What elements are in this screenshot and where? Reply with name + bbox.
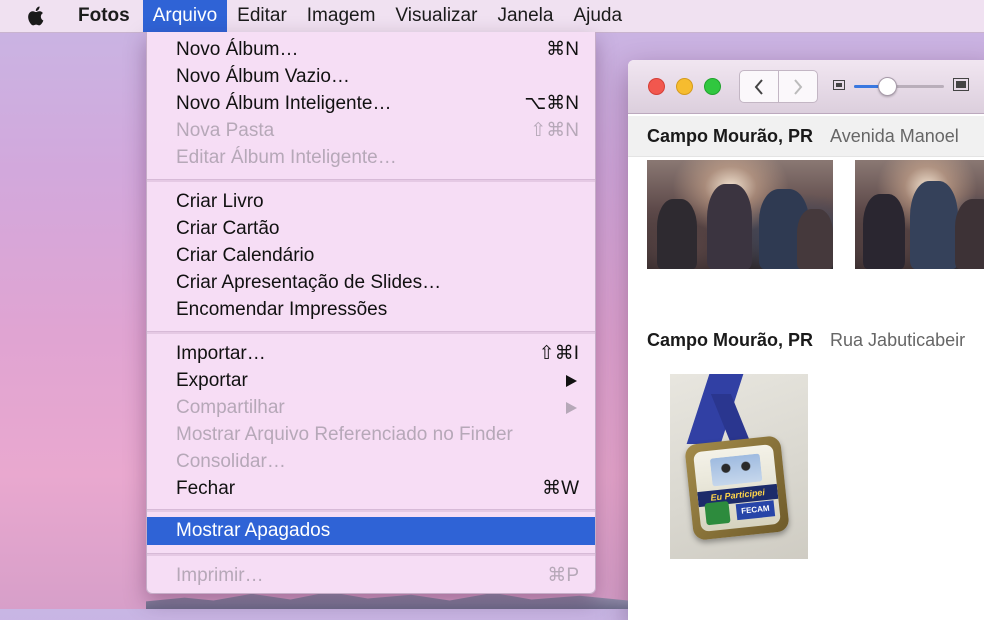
- menu-item-exportar[interactable]: Exportar: [147, 367, 595, 394]
- small-thumbnail-icon: [833, 80, 845, 90]
- menu-item-mostrar-apagados[interactable]: Mostrar Apagados: [147, 517, 595, 545]
- menu-item-nova-pasta: Nova Pasta ⇧⌘N: [147, 117, 595, 144]
- chevron-left-icon: [754, 78, 763, 95]
- menu-item-importar[interactable]: Importar… ⇧⌘I: [147, 340, 595, 367]
- menu-item-label: Consolidar…: [176, 451, 286, 472]
- menu-arquivo[interactable]: Arquivo: [142, 0, 228, 32]
- menu-item-criar-calendario[interactable]: Criar Calendário: [147, 242, 595, 269]
- menu-separator: [147, 553, 595, 556]
- menu-janela[interactable]: Janela: [487, 0, 563, 32]
- menu-item-mostrar-arquivo-referenciado: Mostrar Arquivo Referenciado no Finder: [147, 421, 595, 448]
- window-toolbar: [628, 60, 984, 114]
- menu-item-fechar[interactable]: Fechar ⌘W: [147, 475, 595, 502]
- zoom-slider-knob[interactable]: [877, 77, 897, 96]
- menu-separator: [147, 509, 595, 512]
- menu-item-label: Criar Apresentação de Slides…: [176, 272, 442, 293]
- medal-shape: Eu Participei FECAM: [684, 435, 790, 541]
- forward-button[interactable]: [778, 70, 818, 103]
- menu-item-shortcut: ⌘P: [547, 565, 579, 586]
- photo-thumbnail[interactable]: [855, 160, 984, 269]
- chevron-right-icon: [794, 78, 803, 95]
- apple-logo-icon: [28, 6, 44, 26]
- menu-bar: Fotos Arquivo Editar Imagem Visualizar J…: [0, 0, 984, 33]
- zoom-window-button[interactable]: [704, 78, 721, 95]
- medal-figures: [709, 453, 763, 487]
- menu-item-label: Nova Pasta: [176, 120, 275, 141]
- menu-item-editar-album-inteligente: Editar Álbum Inteligente…: [147, 144, 595, 171]
- menu-ajuda[interactable]: Ajuda: [563, 0, 632, 32]
- menu-item-shortcut: ⇧⌘I: [538, 343, 579, 364]
- menu-fotos[interactable]: Fotos: [70, 0, 143, 32]
- apple-menu[interactable]: [0, 0, 70, 32]
- menu-editar[interactable]: Editar: [227, 0, 297, 32]
- menu-item-shortcut: ⌘N: [546, 39, 579, 60]
- menu-item-label: Fechar: [176, 478, 236, 499]
- menu-visualizar[interactable]: Visualizar: [385, 0, 487, 32]
- menu-separator: [147, 331, 595, 334]
- large-thumbnail-icon: [953, 78, 969, 91]
- menu-item-label: Importar…: [176, 343, 266, 364]
- menu-separator: [147, 179, 595, 182]
- moment-header[interactable]: Campo Mourão, PR Avenida Manoel: [628, 116, 984, 157]
- menu-item-consolidar: Consolidar…: [147, 448, 595, 475]
- menu-item-label: Imprimir…: [176, 565, 264, 586]
- menu-item-label: Encomendar Impressões: [176, 299, 388, 320]
- menu-item-label: Criar Livro: [176, 191, 264, 212]
- menu-item-label: Mostrar Arquivo Referenciado no Finder: [176, 424, 513, 445]
- menu-item-shortcut: ⌥⌘N: [524, 93, 579, 114]
- minimize-window-button[interactable]: [676, 78, 693, 95]
- menu-imagem[interactable]: Imagem: [297, 0, 386, 32]
- back-button[interactable]: [739, 70, 779, 103]
- menu-item-label: Novo Álbum Vazio…: [176, 66, 350, 87]
- menu-item-label: Novo Álbum Inteligente…: [176, 93, 392, 114]
- photo-thumbnail-medal[interactable]: Eu Participei FECAM: [670, 374, 808, 559]
- menu-item-novo-album-inteligente[interactable]: Novo Álbum Inteligente… ⌥⌘N: [147, 90, 595, 117]
- photo-thumbnail[interactable]: [647, 160, 833, 269]
- medal-face: Eu Participei FECAM: [693, 444, 781, 532]
- menu-item-shortcut: ⌘W: [542, 478, 579, 499]
- menu-item-encomendar-impressoes[interactable]: Encomendar Impressões: [147, 296, 595, 323]
- menu-item-label: Mostrar Apagados: [176, 520, 331, 541]
- photos-window: Campo Mourão, PR Avenida Manoel Campo Mo…: [628, 60, 984, 620]
- submenu-arrow-icon: [566, 375, 577, 387]
- menu-item-criar-cartao[interactable]: Criar Cartão: [147, 215, 595, 242]
- menu-item-shortcut: ⇧⌘N: [530, 120, 579, 141]
- menu-item-label: Novo Álbum…: [176, 39, 299, 60]
- menu-item-label: Criar Cartão: [176, 218, 280, 239]
- moment-street: Avenida Manoel: [830, 126, 959, 146]
- menu-item-novo-album[interactable]: Novo Álbum… ⌘N: [147, 36, 595, 63]
- moment-street: Rua Jabuticabeir: [830, 330, 966, 350]
- menu-item-criar-livro[interactable]: Criar Livro: [147, 188, 595, 215]
- menu-item-label: Compartilhar: [176, 397, 285, 418]
- close-window-button[interactable]: [648, 78, 665, 95]
- medal-badge-text: FECAM: [735, 500, 776, 521]
- menu-item-label: Exportar: [176, 370, 248, 391]
- menu-item-compartilhar: Compartilhar: [147, 394, 595, 421]
- moment-place: Campo Mourão, PR: [647, 126, 814, 146]
- moment-place: Campo Mourão, PR: [647, 330, 814, 350]
- medal-emblem: [704, 500, 731, 526]
- arquivo-menu: Novo Álbum… ⌘N Novo Álbum Vazio… Novo Ál…: [146, 32, 596, 594]
- menu-item-criar-apresentacao[interactable]: Criar Apresentação de Slides…: [147, 269, 595, 296]
- zoom-slider[interactable]: [854, 77, 944, 96]
- menu-item-novo-album-vazio[interactable]: Novo Álbum Vazio…: [147, 63, 595, 90]
- moment-header[interactable]: Campo Mourão, PR Rua Jabuticabeir: [628, 320, 984, 360]
- menu-item-label: Criar Calendário: [176, 245, 315, 266]
- submenu-arrow-icon: [566, 402, 577, 414]
- menu-item-label: Editar Álbum Inteligente…: [176, 147, 397, 168]
- menu-item-imprimir: Imprimir… ⌘P: [147, 562, 595, 589]
